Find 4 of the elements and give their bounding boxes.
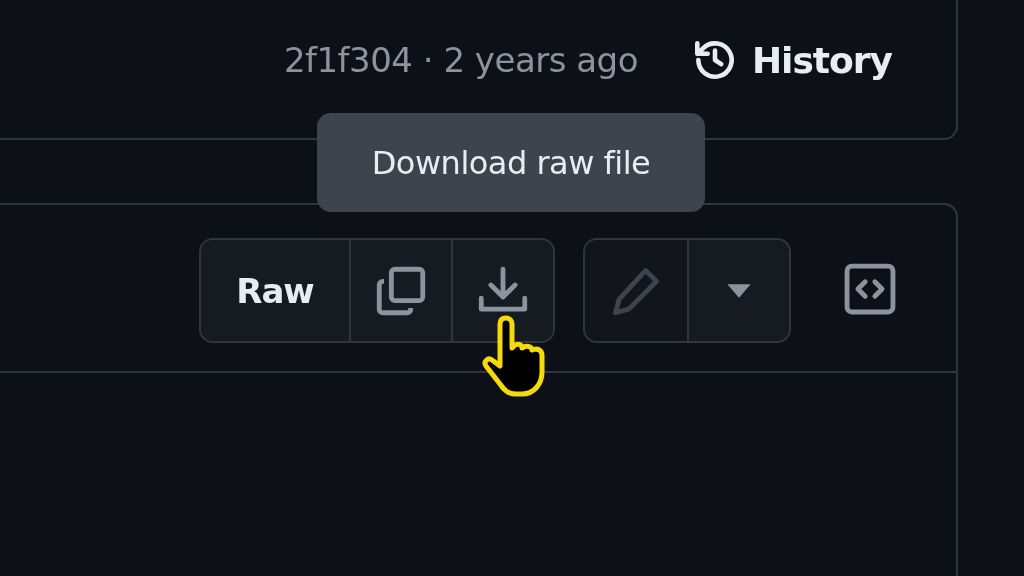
- commit-info: 2f1f304 · 2 years ago: [283, 40, 638, 80]
- download-button[interactable]: [451, 240, 553, 341]
- history-button[interactable]: History: [689, 35, 892, 85]
- tooltip: Download raw file: [317, 113, 705, 212]
